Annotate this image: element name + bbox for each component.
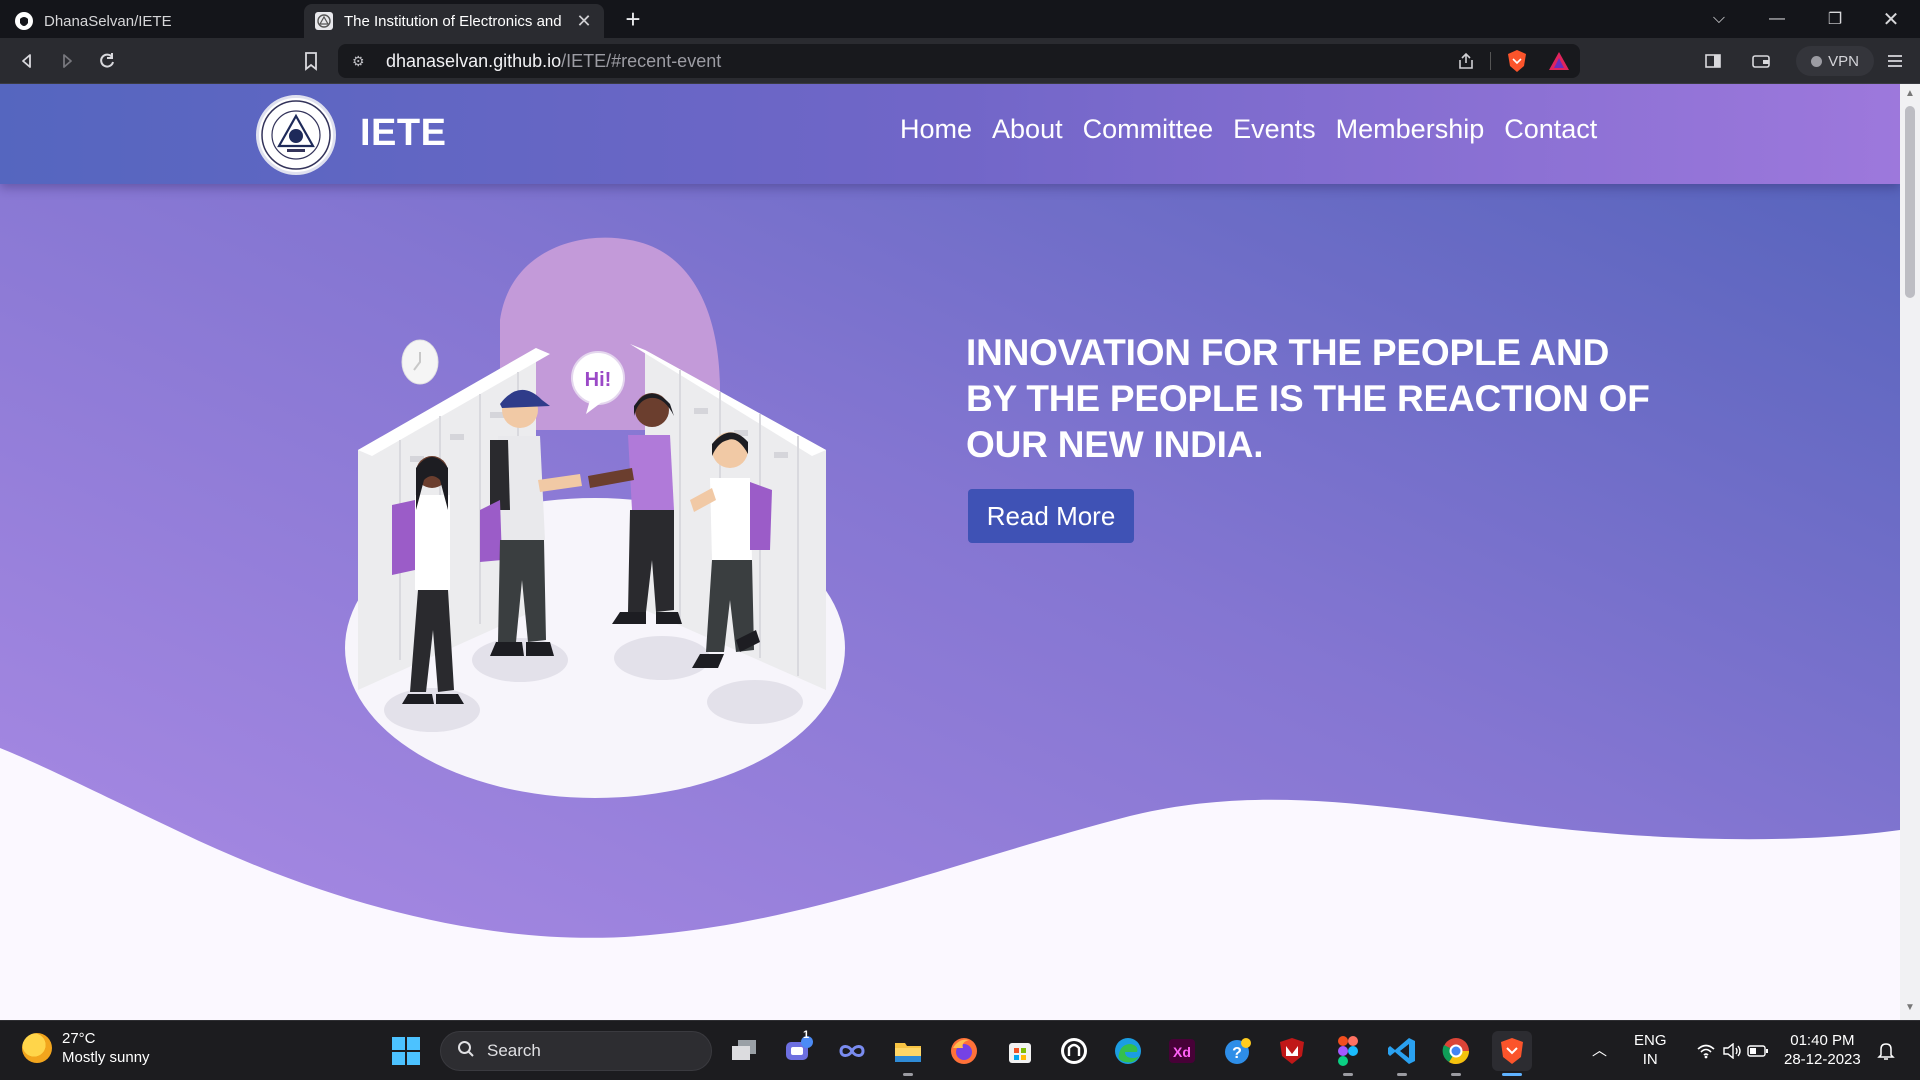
close-window-icon[interactable]: ✕: [1862, 0, 1920, 38]
language-indicator[interactable]: ENG IN: [1634, 1031, 1667, 1069]
page-scrollbar[interactable]: ▲ ▼: [1900, 84, 1920, 1020]
scroll-up-icon[interactable]: ▲: [1904, 88, 1916, 99]
share-icon[interactable]: [1456, 51, 1476, 76]
tab-iete[interactable]: The Institution of Electronics and ✕: [304, 4, 604, 38]
svg-text:?: ?: [1232, 1045, 1242, 1062]
new-tab-button[interactable]: +: [616, 4, 650, 34]
running-indicator: [1343, 1073, 1353, 1076]
read-more-button[interactable]: Read More: [968, 489, 1134, 543]
help-icon[interactable]: ?: [1218, 1031, 1258, 1071]
page-viewport: IETE Home About Committee Events Members…: [0, 84, 1900, 1020]
vpn-button[interactable]: VPN: [1796, 46, 1874, 76]
running-indicator: [1451, 1073, 1461, 1076]
vpn-status-icon: [1811, 55, 1823, 67]
mcafee-icon[interactable]: [1272, 1031, 1312, 1071]
start-icon[interactable]: [386, 1031, 426, 1071]
tab-title: DhanaSelvan/IETE: [44, 12, 172, 30]
site-brand[interactable]: IETE: [360, 112, 446, 155]
brave-rewards-icon[interactable]: [1548, 50, 1570, 77]
time-text: 01:40 PM: [1790, 1032, 1855, 1049]
url-host: dhanaselvan.github.io: [386, 50, 562, 71]
close-tab-icon[interactable]: ✕: [574, 11, 594, 32]
hero-headline: INNOVATION FOR THE PEOPLE AND BY THE PEO…: [966, 332, 1650, 465]
scroll-down-icon[interactable]: ▼: [1904, 1002, 1916, 1013]
sun-cloud-icon: [22, 1033, 52, 1063]
nav-about[interactable]: About: [992, 114, 1063, 145]
windows-taskbar: 27°C Mostly sunny Search 1 Xd ? ︿ ENG IN…: [0, 1020, 1920, 1080]
brave-shields-icon[interactable]: [1506, 49, 1528, 78]
sidebar-icon[interactable]: [1698, 46, 1728, 76]
browser-tab-strip: DhanaSelvan/IETE The Institution of Elec…: [0, 0, 1920, 38]
weather-desc: Mostly sunny: [62, 1049, 150, 1066]
nav-membership[interactable]: Membership: [1336, 114, 1485, 145]
hero-illustration: Hi!: [345, 237, 845, 798]
teams-badge: 1: [803, 1029, 810, 1041]
nav-contact[interactable]: Contact: [1504, 114, 1597, 145]
weather-widget[interactable]: 27°C Mostly sunny: [22, 1029, 150, 1067]
battery-icon[interactable]: [1738, 1031, 1778, 1071]
search-icon: [457, 1040, 475, 1063]
lang-bottom: IN: [1642, 1051, 1658, 1068]
wallet-icon[interactable]: [1746, 46, 1776, 76]
task-view-icon[interactable]: [724, 1031, 764, 1071]
running-indicator: [903, 1073, 913, 1076]
svg-text:Xd: Xd: [1173, 1044, 1191, 1060]
site-navbar: IETE Home About Committee Events Members…: [0, 84, 1900, 184]
url-path: /IETE/#recent-event: [561, 50, 722, 71]
scroll-thumb[interactable]: [1905, 106, 1915, 298]
chrome-icon[interactable]: [1436, 1031, 1476, 1071]
tab-title: The Institution of Electronics and: [344, 12, 562, 30]
forward-icon[interactable]: [52, 46, 82, 76]
site-settings-icon[interactable]: ⚙: [352, 53, 374, 70]
browser-toolbar: ⚙ dhanaselvan.github.io /IETE/#recent-ev…: [0, 38, 1920, 84]
brave-taskbar-icon[interactable]: [1492, 1031, 1532, 1071]
date-text: 28-12-2023: [1784, 1051, 1861, 1068]
figma-icon[interactable]: [1328, 1031, 1368, 1071]
back-icon[interactable]: [12, 46, 42, 76]
weather-temp: 27°C: [62, 1030, 96, 1047]
github-desktop-icon[interactable]: [1054, 1031, 1094, 1071]
hero-background: [0, 84, 1900, 938]
iete-favicon-icon: [314, 11, 334, 31]
main-nav: Home About Committee Events Membership C…: [900, 114, 1597, 145]
iete-logo[interactable]: [256, 95, 336, 175]
restore-icon[interactable]: ❐: [1806, 0, 1864, 38]
nav-home[interactable]: Home: [900, 114, 972, 145]
nav-events[interactable]: Events: [1233, 114, 1316, 145]
clock[interactable]: 01:40 PM 28-12-2023: [1784, 1031, 1861, 1069]
copilot-icon[interactable]: [832, 1031, 872, 1071]
show-hidden-icons-chevron-icon[interactable]: ︿: [1592, 1041, 1607, 1060]
github-icon: [14, 11, 34, 31]
edge-icon[interactable]: [1108, 1031, 1148, 1071]
file-explorer-icon[interactable]: [888, 1031, 928, 1071]
divider: [1490, 52, 1491, 70]
menu-icon[interactable]: [1880, 46, 1910, 76]
search-label: Search: [487, 1041, 541, 1060]
firefox-icon[interactable]: [944, 1031, 984, 1071]
teams-chat-icon[interactable]: 1: [778, 1029, 818, 1071]
lang-top: ENG: [1634, 1032, 1667, 1049]
minimize-icon[interactable]: —: [1748, 0, 1806, 38]
nav-committee[interactable]: Committee: [1083, 114, 1214, 145]
speech-bubble-text: Hi!: [585, 369, 612, 391]
tab-search-chevron-icon[interactable]: ⌵: [1690, 0, 1748, 38]
notification-bell-icon[interactable]: [1866, 1031, 1906, 1071]
tab-github[interactable]: DhanaSelvan/IETE: [4, 4, 300, 38]
vscode-icon[interactable]: [1382, 1031, 1422, 1071]
bookmark-icon[interactable]: [296, 46, 326, 76]
vpn-label: VPN: [1828, 52, 1859, 70]
address-bar[interactable]: ⚙ dhanaselvan.github.io /IETE/#recent-ev…: [338, 44, 1580, 78]
taskbar-search[interactable]: Search: [440, 1031, 712, 1071]
adobe-xd-icon[interactable]: Xd: [1162, 1031, 1202, 1071]
microsoft-store-icon[interactable]: [1000, 1031, 1040, 1071]
active-app-indicator: [1502, 1073, 1522, 1076]
running-indicator: [1397, 1073, 1407, 1076]
reload-icon[interactable]: [92, 46, 122, 76]
